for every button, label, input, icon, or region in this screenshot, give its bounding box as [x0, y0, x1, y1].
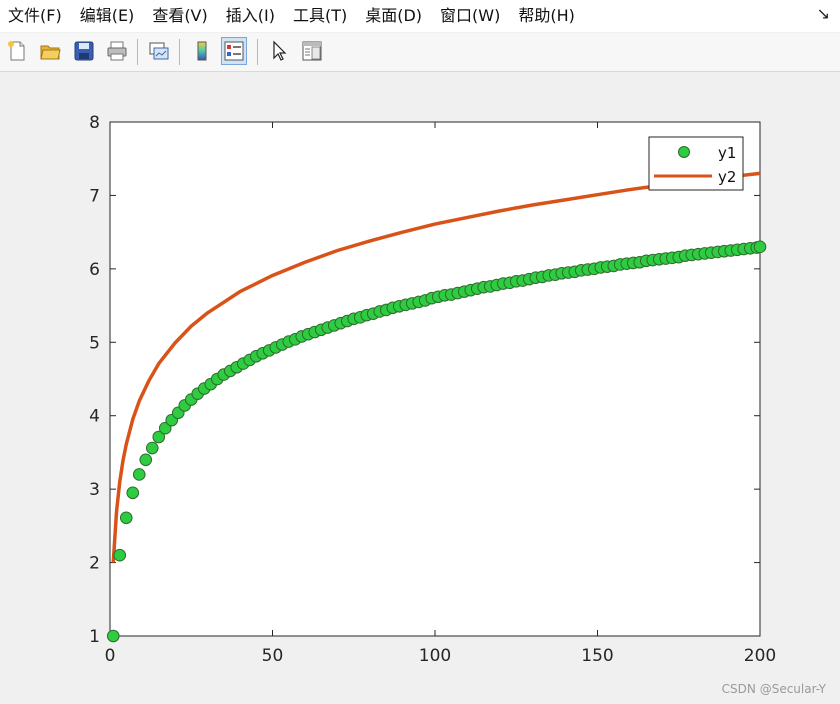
data-point-y1 [126, 486, 140, 500]
dock-arrow-icon[interactable]: ↘ [817, 4, 830, 23]
pointer-icon[interactable] [266, 37, 292, 65]
toolbar [0, 33, 840, 72]
menu-edit[interactable]: 编辑(E) [71, 0, 144, 32]
data-point-y1 [145, 441, 159, 455]
toolbar-separator [257, 39, 258, 65]
menu-insert[interactable]: 插入(I) [217, 0, 284, 32]
toolbar-separator [179, 39, 180, 65]
new-figure-icon[interactable] [4, 37, 30, 65]
x-tick-label: 50 [262, 646, 284, 666]
legend-label-y2: y2 [718, 168, 736, 186]
x-tick-label: 200 [744, 646, 776, 666]
menu-help[interactable]: 帮助(H) [509, 0, 584, 32]
print-icon[interactable] [104, 37, 130, 65]
y-tick-label: 8 [89, 113, 100, 133]
x-tick-label: 150 [581, 646, 613, 666]
y-tick-label: 2 [89, 554, 100, 574]
y-tick-label: 1 [89, 627, 100, 647]
y-tick-label: 7 [89, 186, 100, 206]
y-tick-label: 5 [89, 333, 100, 353]
x-tick-label: 100 [419, 646, 451, 666]
save-icon[interactable] [71, 37, 97, 65]
menu-desktop[interactable]: 桌面(D) [356, 0, 431, 32]
open-file-icon[interactable] [37, 37, 63, 65]
property-inspector-icon[interactable] [299, 37, 325, 65]
menu-tools[interactable]: 工具(T) [284, 0, 356, 32]
data-point-y1 [139, 453, 153, 467]
y-tick-label: 6 [89, 260, 100, 280]
data-point-y1 [113, 548, 127, 562]
figure-canvas: 0 50 100 150 200 1 2 3 4 5 6 7 8 y1 y2 [0, 72, 840, 704]
y-tick-label: 4 [89, 407, 100, 427]
menu-window[interactable]: 窗口(W) [431, 0, 509, 32]
menu-view[interactable]: 查看(V) [143, 0, 216, 32]
toolbar-separator [137, 39, 138, 65]
data-point-y1 [119, 511, 133, 525]
y-tick-label: 3 [89, 480, 100, 500]
menubar: 文件(F) 编辑(E) 查看(V) 插入(I) 工具(T) 桌面(D) 窗口(W… [0, 0, 840, 32]
legend-label-y1: y1 [718, 144, 736, 162]
legend-icon[interactable] [221, 37, 247, 65]
link-plot-icon[interactable] [146, 37, 172, 65]
watermark: CSDN @Secular-Y [721, 682, 826, 696]
menu-file[interactable]: 文件(F) [0, 0, 71, 32]
data-point-y1 [132, 468, 146, 481]
x-tick-label: 0 [105, 646, 116, 666]
data-point-y1 [753, 240, 767, 254]
legend-marker-y1 [678, 146, 690, 158]
plot-svg: 0 50 100 150 200 1 2 3 4 5 6 7 8 y1 y2 [89, 113, 776, 666]
legend[interactable]: y1 y2 [648, 136, 744, 191]
colorbar-icon[interactable] [189, 37, 215, 65]
data-point-y1 [106, 629, 120, 643]
